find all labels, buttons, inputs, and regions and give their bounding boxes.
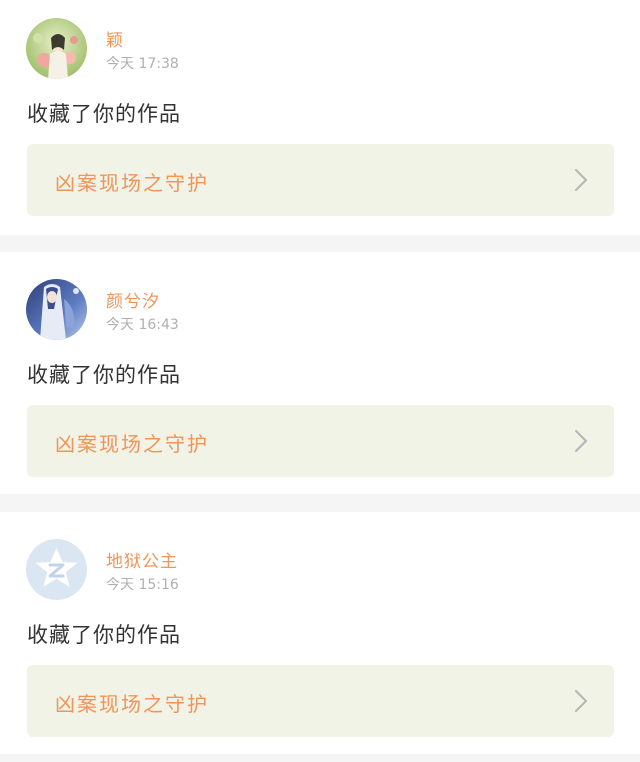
- activity-text: 收藏了你的作品: [27, 363, 181, 387]
- work-title: 凶案现场之守护: [55, 432, 209, 456]
- notification-card: 颖 今天 17:38 收藏了你的作品 凶案现场之守护: [0, 0, 640, 235]
- activity-text: 收藏了你的作品: [27, 102, 181, 126]
- username[interactable]: 颜兮汐: [106, 287, 160, 312]
- username[interactable]: 颖: [106, 26, 124, 51]
- work-link[interactable]: 凶案现场之守护: [27, 144, 614, 216]
- username[interactable]: 地狱公主: [106, 547, 178, 572]
- default-star-avatar-icon: [26, 539, 87, 600]
- user-avatar[interactable]: [26, 279, 87, 340]
- work-title: 凶案现场之守护: [55, 171, 209, 195]
- user-avatar[interactable]: [26, 18, 87, 79]
- timestamp: 今天 15:16: [106, 577, 179, 593]
- notification-card: 颜兮汐 今天 16:43 收藏了你的作品 凶案现场之守护: [0, 252, 640, 494]
- work-link[interactable]: 凶案现场之守护: [27, 665, 614, 737]
- work-link[interactable]: 凶案现场之守护: [27, 405, 614, 477]
- timestamp: 今天 17:38: [106, 56, 179, 72]
- activity-text: 收藏了你的作品: [27, 623, 181, 647]
- timestamp: 今天 16:43: [106, 317, 179, 333]
- notification-card: 地狱公主 今天 15:16 收藏了你的作品 凶案现场之守护: [0, 512, 640, 754]
- girl-with-flowers-avatar-icon: [26, 18, 87, 79]
- user-avatar[interactable]: [26, 539, 87, 600]
- chevron-right-icon: [574, 168, 588, 192]
- anime-figure-avatar-icon: [26, 279, 87, 340]
- chevron-right-icon: [574, 689, 588, 713]
- work-title: 凶案现场之守护: [55, 692, 209, 716]
- chevron-right-icon: [574, 429, 588, 453]
- notification-feed: 颖 今天 17:38 收藏了你的作品 凶案现场之守护 颜兮汐 今天 16:43 …: [0, 0, 640, 762]
